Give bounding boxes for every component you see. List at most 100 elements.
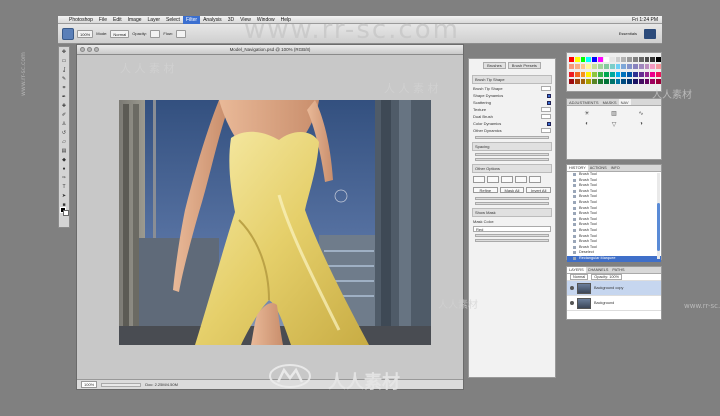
tab-channels[interactable]: CHANNELS [586,267,611,273]
zoom-window-icon[interactable] [94,47,99,52]
color-swatch[interactable] [615,78,621,84]
canvas-area[interactable] [77,55,463,379]
color-swatch[interactable] [609,71,615,77]
checkbox[interactable] [547,121,551,126]
blur-tool-icon[interactable]: ◆ [59,156,69,164]
brush-option-row[interactable]: Other Dynamics [469,127,555,134]
color-swatch[interactable] [632,57,638,62]
eye-icon[interactable] [570,301,574,305]
brush-option-row[interactable]: Dual Brush [469,113,555,120]
menu-filter[interactable]: Filter [182,15,201,24]
color-swatch[interactable] [592,57,598,62]
brush-tool-icon[interactable]: ✐ [59,111,69,119]
color-swatch[interactable] [621,64,627,70]
mask-all-button[interactable]: Mask All [499,187,525,193]
color-swatch[interactable] [603,64,609,70]
document-title-bar[interactable]: Model_Navigation.psd @ 100% (RGB/8) [77,45,463,55]
color-swatch[interactable] [580,57,586,62]
history-brush-tool-icon[interactable]: ↺ [59,129,69,137]
stamp-tool-icon[interactable]: ♙ [59,120,69,128]
color-swatch[interactable] [615,57,621,62]
color-swatch[interactable] [598,78,603,84]
color-swatch[interactable] [586,71,592,77]
color-swatch[interactable] [656,71,661,77]
layer-opacity-field[interactable]: Opacity: 100% [591,274,622,280]
hue-icon[interactable]: ◑ [629,121,653,129]
color-swatch[interactable] [574,71,580,77]
menu-window[interactable]: Window [254,16,278,24]
color-swatch[interactable] [603,71,609,77]
dodge-tool-icon[interactable]: ● [59,165,69,173]
contrast-slider[interactable] [475,202,549,205]
history-scrollbar[interactable] [657,173,660,259]
blend-mode-dropdown[interactable]: Normal [570,274,589,280]
levels-icon[interactable]: ▥ [602,110,626,118]
tab-actions[interactable]: ACTIONS [588,165,609,171]
color-swatch[interactable] [627,64,632,70]
menu-analysis[interactable]: Analysis [200,16,225,24]
color-swatch[interactable] [574,57,580,62]
color-swatch[interactable] [609,57,615,62]
mode-button[interactable] [487,176,499,183]
exposure-icon[interactable]: ◐ [575,121,599,129]
checkbox[interactable] [547,100,551,105]
color-swatch[interactable] [586,57,592,62]
brush-section-show-mask[interactable]: Show Mask [472,208,552,217]
angle-slider[interactable] [475,158,549,161]
color-swatch[interactable] [627,78,632,84]
color-swatch[interactable] [627,57,632,62]
menu-photoshop[interactable]: Photoshop [66,16,96,24]
color-swatch[interactable] [609,78,615,84]
color-swatch[interactable] [569,78,574,84]
curves-icon[interactable]: ∿ [629,110,653,118]
gradient-tool-icon[interactable]: ▤ [59,147,69,155]
color-swatch[interactable] [580,78,586,84]
color-swatch[interactable] [656,57,661,62]
tab-info[interactable]: INFO [609,165,622,171]
color-swatch[interactable] [632,78,638,84]
tab-brush-presets[interactable]: Brush Presets [507,62,541,69]
value-field[interactable] [541,86,551,91]
mode-button[interactable] [529,176,541,183]
color-swatch[interactable] [574,78,580,84]
brightness-icon[interactable]: ☀ [575,110,599,118]
opacity-field[interactable] [149,29,161,38]
lasso-tool-icon[interactable]: ʆ [59,66,69,74]
mode-button[interactable] [473,176,485,183]
color-swatch[interactable] [638,57,644,62]
menu-3d[interactable]: 3D [225,16,237,24]
color-swatch[interactable] [621,78,627,84]
color-swatch[interactable] [586,78,592,84]
brush-section-tip[interactable]: Brush Tip Shape [472,75,552,84]
menu-help[interactable]: Help [278,16,294,24]
marquee-tool-icon[interactable]: ▭ [59,57,69,65]
brush-option-row[interactable]: Color Dynamics [469,120,555,127]
value-field[interactable] [541,114,551,119]
menu-view[interactable]: View [237,16,254,24]
minimize-window-icon[interactable] [87,47,92,52]
mode-dropdown[interactable]: Normal [110,29,130,38]
background-color-swatch[interactable] [63,210,69,216]
color-swatch[interactable] [580,64,586,70]
color-swatch[interactable] [569,57,574,62]
doc-status-text[interactable]: Doc: 2.25M/4.50M [145,382,178,387]
color-swatch[interactable] [586,64,592,70]
spacing-slider[interactable] [475,136,549,139]
quick-select-tool-icon[interactable]: ✎ [59,75,69,83]
color-swatch[interactable] [592,64,598,70]
color-swatch[interactable] [644,78,650,84]
mask-opacity-slider[interactable] [475,234,549,237]
zoom-level-dropdown[interactable]: 100% [77,29,94,38]
color-swatch[interactable] [638,78,644,84]
color-swatch[interactable] [569,71,574,77]
color-swatch[interactable] [650,57,656,62]
menu-select[interactable]: Select [163,16,183,24]
hardness-slider[interactable] [475,153,549,156]
color-swatch[interactable] [592,78,598,84]
eyedropper-tool-icon[interactable]: ✒ [59,93,69,101]
color-swatch[interactable] [656,78,661,84]
color-swatch[interactable] [615,64,621,70]
color-swatch[interactable] [592,71,598,77]
brush-section-spacing[interactable]: Spacing [472,142,552,151]
color-swatch[interactable] [621,71,627,77]
